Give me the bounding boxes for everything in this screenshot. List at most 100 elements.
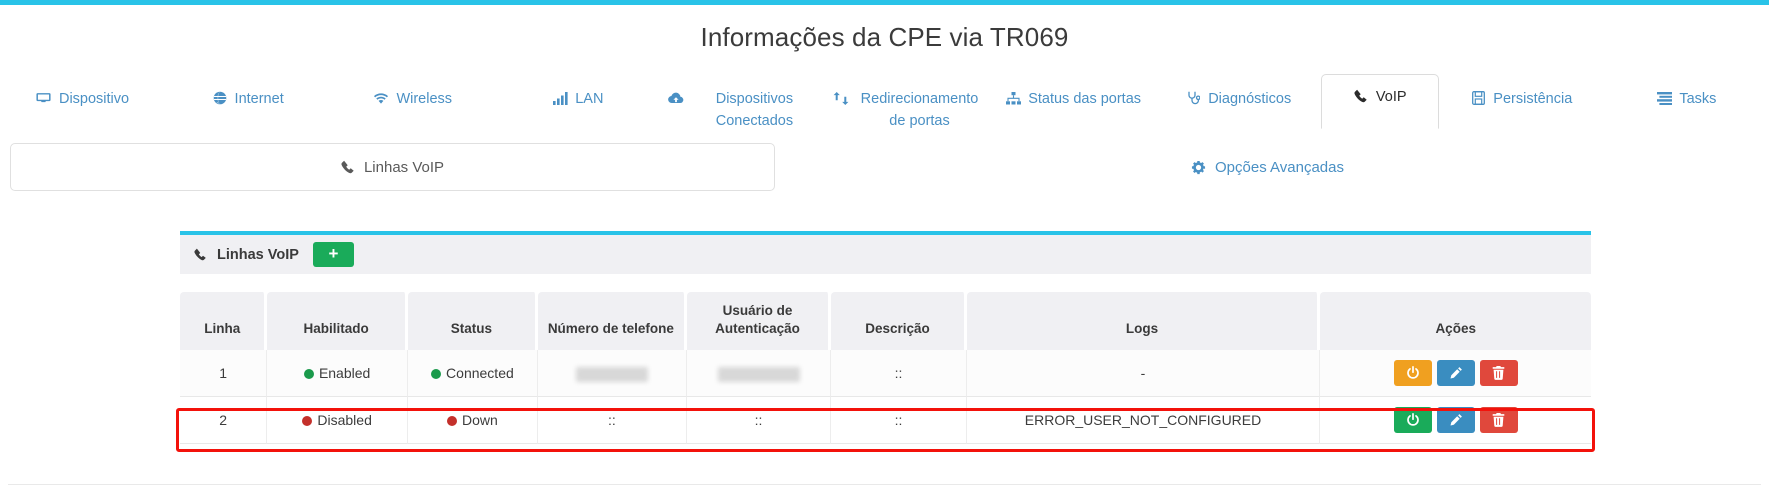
tab-label: Wireless [396, 91, 453, 107]
phone-icon [194, 248, 207, 261]
tab-label: Tasks [1679, 91, 1717, 107]
cell-status: Connected [407, 350, 538, 398]
subtab-label: Linhas VoIP [363, 158, 445, 176]
tab-dispositivo[interactable]: Dispositivo [0, 76, 165, 128]
edit-button[interactable] [1436, 407, 1475, 434]
phone-icon [341, 160, 355, 174]
column-header-linha: Linha [180, 292, 268, 351]
tab-persistencia[interactable]: Persistência [1439, 76, 1604, 128]
tab-label: Persistência [1493, 91, 1573, 107]
redacted-value [575, 366, 648, 382]
tab-label: VoIP [1375, 89, 1407, 105]
power-button[interactable] [1393, 360, 1432, 387]
cell-acoes [1320, 350, 1591, 398]
port-forward-icon [833, 89, 849, 107]
tab-voip[interactable]: VoIP [1320, 74, 1439, 129]
trash-icon [1492, 366, 1505, 381]
cell-descricao: :: [831, 397, 967, 445]
wifi-icon [373, 89, 389, 107]
status-dot-red [302, 416, 313, 427]
page-root: Informações da CPE via TR069 Dispositivo… [0, 0, 1769, 500]
power-icon [1406, 413, 1420, 427]
panel-header: Linhas VoIP + [180, 235, 1591, 274]
main-tab-bar: Dispositivo Internet Wireless LAN Dispos… [0, 74, 1769, 129]
subtab-opcoes-avancadas[interactable]: Opções Avançadas [775, 143, 1760, 191]
status-dot-red [447, 416, 457, 427]
plus-icon: + [328, 244, 339, 263]
pencil-icon [1449, 366, 1463, 380]
sitemap-icon [1005, 89, 1021, 107]
trash-icon [1492, 413, 1505, 428]
tab-wireless[interactable]: Wireless [330, 76, 495, 128]
cell-logs: - [966, 350, 1321, 398]
save-disk-icon [1470, 89, 1486, 107]
tab-status-das-portas[interactable]: Status das portas [991, 76, 1156, 128]
row-action-group [1326, 360, 1585, 387]
column-header-logs: Logs [966, 292, 1321, 351]
voip-lines-panel: Linhas VoIP + Linha Habilitado Status Nú… [180, 231, 1591, 445]
tab-label: Dispositivo [58, 91, 130, 107]
tab-internet[interactable]: Internet [165, 76, 330, 128]
power-icon [1406, 366, 1420, 380]
column-header-habilitado: Habilitado [267, 292, 408, 351]
power-button[interactable] [1393, 407, 1432, 434]
cell-linha: 2 [180, 397, 268, 445]
delete-button[interactable] [1479, 407, 1518, 434]
connected-devices-icon [668, 89, 684, 107]
cell-habilitado: Disabled [267, 397, 408, 445]
status-label: Connected [446, 365, 514, 382]
signal-bars-icon [552, 89, 568, 107]
column-header-telefone: Número de telefone [537, 292, 687, 351]
device-icon [36, 89, 52, 107]
cell-linha: 1 [180, 350, 268, 398]
status-dot-green [431, 369, 442, 380]
gear-icon [1191, 160, 1206, 175]
table-row: 2 Disabled Down :: :: :: ERROR_USER_NOT_… [180, 397, 1591, 445]
tab-label: Status das portas [1028, 91, 1142, 107]
tab-label: LAN [575, 91, 604, 107]
page-title: Informações da CPE via TR069 [700, 22, 1069, 52]
top-accent-bar [0, 0, 1769, 5]
pencil-icon [1449, 413, 1463, 427]
stethoscope-icon [1185, 89, 1201, 107]
delete-button[interactable] [1479, 360, 1518, 387]
globe-icon [212, 89, 228, 107]
redacted-value [717, 366, 800, 382]
add-voip-line-button[interactable]: + [312, 242, 354, 267]
sub-tab-bar: Linhas VoIP Opções Avançadas [10, 143, 1760, 191]
column-header-usuario: Usuário de Autenticação [686, 292, 832, 351]
column-header-descricao: Descrição [831, 292, 967, 351]
phone-icon [1353, 87, 1369, 105]
tab-label: Redirecionamento de portas [860, 91, 979, 129]
tab-redirecionamento-de-portas[interactable]: Redirecionamento de portas [825, 76, 990, 133]
tab-label: Internet [234, 91, 284, 107]
column-header-status: Status [407, 292, 538, 351]
cell-acoes [1320, 397, 1591, 445]
tab-tasks[interactable]: Tasks [1604, 76, 1769, 128]
tab-label: Diagnósticos [1208, 91, 1292, 107]
cell-telefone: :: [537, 397, 687, 445]
tab-dispositivos-conectados[interactable]: Dispositivos Conectados [660, 76, 825, 133]
habilitado-label: Enabled [318, 365, 371, 382]
tasks-icon [1656, 89, 1672, 107]
tab-diagnosticos[interactable]: Diagnósticos [1156, 76, 1321, 128]
status-dot-green [303, 369, 314, 380]
table-row: 1 Enabled Connected :: - [180, 350, 1591, 398]
subtab-linhas-voip[interactable]: Linhas VoIP [10, 143, 775, 191]
bottom-divider [8, 484, 1761, 485]
cell-telefone [537, 350, 687, 398]
cell-status: Down [407, 397, 538, 445]
habilitado-label: Disabled [317, 412, 372, 429]
row-action-group [1326, 407, 1585, 434]
cell-descricao: :: [831, 350, 967, 398]
panel-title: Linhas VoIP [217, 246, 299, 263]
status-label: Down [462, 412, 498, 429]
tab-label: Dispositivos Conectados [715, 91, 794, 129]
tab-lan[interactable]: LAN [495, 76, 660, 128]
edit-button[interactable] [1436, 360, 1475, 387]
voip-lines-table: Linha Habilitado Status Número de telefo… [180, 292, 1591, 445]
column-header-acoes: Ações [1320, 292, 1591, 351]
cell-usuario: :: [686, 397, 832, 445]
table-header-row: Linha Habilitado Status Número de telefo… [180, 292, 1591, 351]
cell-usuario [686, 350, 832, 398]
